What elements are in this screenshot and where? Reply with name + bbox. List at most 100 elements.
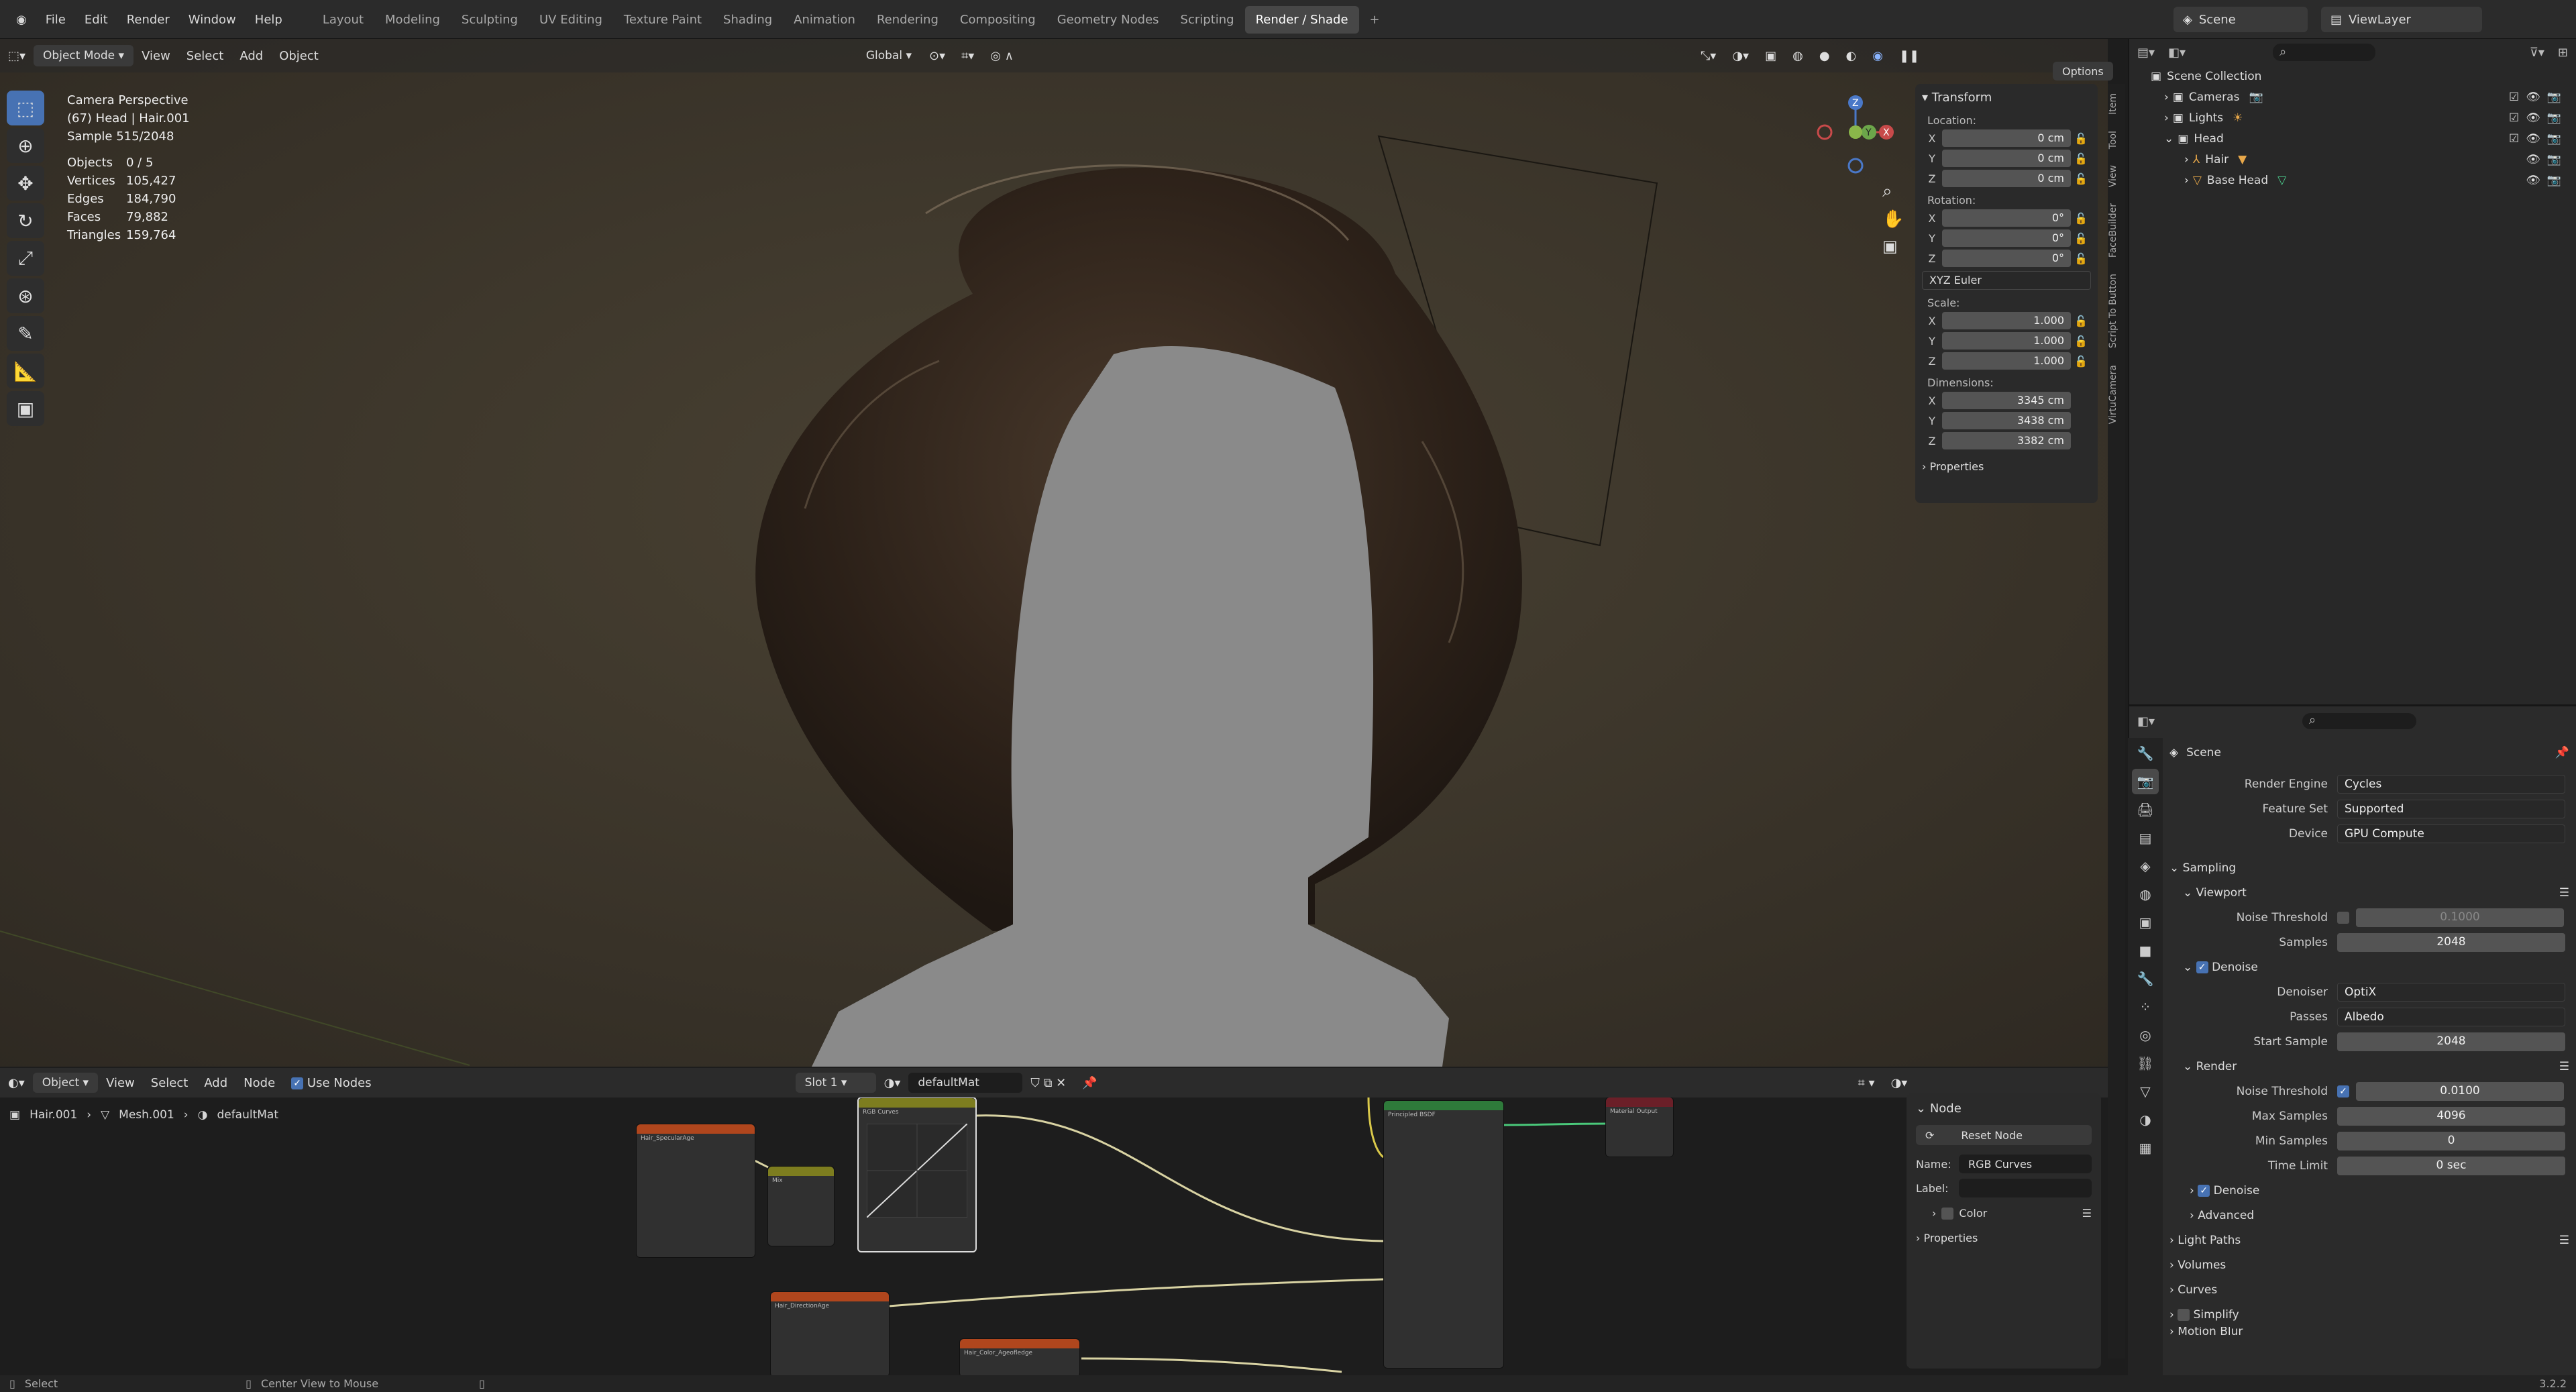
node-menu-node[interactable]: Node	[235, 1076, 283, 1090]
max-samples-field[interactable]: 4096	[2337, 1106, 2565, 1126]
tab-animation[interactable]: Animation	[783, 6, 866, 34]
editor-type-icon[interactable]: ◐▾	[0, 1076, 33, 1090]
cursor-icon[interactable]: ⊕	[7, 128, 44, 163]
node-properties-panel[interactable]: › Properties	[1916, 1232, 2092, 1244]
scene-selector[interactable]: ◈ Scene	[2174, 7, 2308, 32]
filter-icon[interactable]: ⊽▾	[2530, 46, 2544, 60]
node-label-field[interactable]	[1959, 1179, 2092, 1197]
blender-logo-icon[interactable]: ◉	[7, 13, 36, 27]
menu-window[interactable]: Window	[179, 13, 246, 27]
physics-tab-icon[interactable]: ◎	[2132, 1022, 2159, 1048]
render-engine-dropdown[interactable]: Cycles	[2337, 774, 2565, 794]
xray-icon[interactable]: ▣	[1757, 49, 1784, 63]
menu-render[interactable]: Render	[117, 13, 179, 27]
editor-type-icon[interactable]: ▤▾	[2137, 46, 2155, 60]
menu-object[interactable]: Object	[271, 49, 327, 63]
node-color-subpanel[interactable]: › Color ☰	[1916, 1207, 2092, 1220]
navigation-gizmo[interactable]: Z X Y ⌕ ✋ ▣	[1811, 91, 1905, 278]
constraints-tab-icon[interactable]: ⛓	[2132, 1051, 2159, 1076]
rotate-icon[interactable]: ↻	[7, 203, 44, 238]
transform-icon[interactable]: ⊛	[7, 278, 44, 313]
r-noise-checkbox[interactable]: ✓	[2337, 1085, 2349, 1097]
r-denoise-checkbox[interactable]: ✓	[2198, 1184, 2210, 1197]
node-hair-specular[interactable]: Hair_SpecularAge	[636, 1124, 755, 1258]
outliner-item-hair[interactable]: › ⅄ Hair ▼ 👁📷	[2137, 149, 2568, 170]
annotate-icon[interactable]: ✎	[7, 316, 44, 351]
scale-x[interactable]: X 1.000 🔓	[1922, 312, 2091, 329]
time-limit-field[interactable]: 0 sec	[2337, 1156, 2565, 1175]
pin-icon[interactable]: 📌	[1074, 1076, 1105, 1090]
menu-file[interactable]: File	[36, 13, 75, 27]
material-name-field[interactable]: defaultMat	[908, 1073, 1023, 1093]
editor-type-icon[interactable]: ⬚▾	[0, 49, 34, 63]
collection-tab-icon[interactable]: ▣	[2132, 910, 2159, 935]
shader-editor[interactable]: Hair_SpecularAge Mix RGB Curves Principl…	[0, 1068, 2108, 1377]
advanced-subpanel[interactable]: › Advanced	[2169, 1203, 2569, 1228]
vp-denoise-checkbox[interactable]: ✓	[2196, 961, 2208, 973]
volumes-panel[interactable]: › Volumes	[2169, 1252, 2569, 1277]
particles-tab-icon[interactable]: ⁘	[2132, 994, 2159, 1020]
sampling-panel-header[interactable]: ⌄ Sampling	[2169, 855, 2569, 880]
output-tab-icon[interactable]: 🖨	[2132, 797, 2159, 822]
orientation-selector[interactable]: Global ▾	[857, 45, 921, 66]
location-z[interactable]: Z0 cm 🔓	[1922, 170, 2091, 187]
rotation-mode-dropdown[interactable]: XYZ Euler	[1922, 271, 2091, 290]
slot-selector[interactable]: Slot 1 ▾	[795, 1073, 876, 1093]
r-noise-threshold-field[interactable]: 0.0100	[2356, 1081, 2564, 1101]
pivot-icon[interactable]: ⊙▾	[921, 49, 953, 63]
node-hair-color[interactable]: Hair_Color_Ageofledge	[959, 1338, 1080, 1377]
outliner-item-head[interactable]: ⌄ ▣ Head ☑👁📷	[2137, 128, 2568, 149]
scene-tab-icon[interactable]: ◈	[2132, 853, 2159, 879]
node-principled-bsdf[interactable]: Principled BSDF	[1383, 1100, 1504, 1369]
transform-header[interactable]: ▾ Transform	[1922, 91, 2091, 105]
material-tab-icon[interactable]: ◑	[2132, 1107, 2159, 1132]
snap-icon[interactable]: ⌗ ▾	[1850, 1076, 1883, 1090]
passes-dropdown[interactable]: Albedo	[2337, 1007, 2565, 1026]
outliner-item-lights[interactable]: › ▣ Lights ☀ ☑👁📷	[2137, 107, 2568, 128]
gizmo-icon[interactable]: ⤡▾	[1693, 49, 1724, 63]
motion-blur-panel[interactable]: › Motion Blur	[2169, 1327, 2569, 1336]
location-y[interactable]: Y0 cm 🔓	[1922, 150, 2091, 167]
filter-mode-icon[interactable]: ◧▾	[2168, 46, 2186, 60]
view-layer-selector[interactable]: ▤ ViewLayer	[2321, 7, 2482, 32]
node-menu-select[interactable]: Select	[143, 1076, 197, 1090]
add-cube-icon[interactable]: ▣	[7, 391, 44, 426]
tab-sculpting[interactable]: Sculpting	[451, 6, 529, 34]
measure-icon[interactable]: 📐	[7, 354, 44, 388]
3d-viewport[interactable]	[0, 39, 2108, 1067]
node-hair-direction[interactable]: Hair_DirectionAge	[770, 1291, 890, 1377]
outliner-item-base-head[interactable]: › ▽ Base Head ▽ 👁📷	[2137, 170, 2568, 191]
tab-view[interactable]: View	[2108, 158, 2118, 194]
dimensions-z[interactable]: Z 3382 cm	[1922, 432, 2091, 449]
scene-collection-item[interactable]: ▣ Scene Collection	[2137, 66, 2568, 87]
new-collection-icon[interactable]: ⊞	[2558, 46, 2568, 60]
render-tab-icon[interactable]: 📷	[2132, 769, 2159, 794]
tab-render-shade[interactable]: Render / Shade	[1244, 5, 1359, 34]
vp-noise-checkbox[interactable]	[2337, 911, 2349, 924]
dimensions-x[interactable]: X 3345 cm	[1922, 392, 2091, 409]
tab-layout[interactable]: Layout	[312, 6, 374, 34]
shading-solid-icon[interactable]: ●	[1811, 49, 1838, 63]
modifier-tab-icon[interactable]: 🔧	[2132, 966, 2159, 992]
reset-node-button[interactable]: ⟳ Reset Node	[1916, 1125, 2092, 1145]
tab-rendering[interactable]: Rendering	[866, 6, 949, 34]
tab-modeling[interactable]: Modeling	[374, 6, 451, 34]
vp-denoise-subpanel[interactable]: ⌄ ✓ Denoise	[2169, 955, 2569, 979]
viewport-subpanel-header[interactable]: ⌄ Viewport ☰	[2169, 880, 2569, 905]
node-name-field[interactable]: RGB Curves	[1959, 1155, 2092, 1173]
shader-type-selector[interactable]: Object ▾	[32, 1073, 99, 1093]
vp-noise-threshold-field[interactable]: 0.1000	[2356, 908, 2564, 927]
overlay-icon[interactable]: ◑▾	[1883, 1076, 1916, 1090]
tab-texture-paint[interactable]: Texture Paint	[613, 6, 712, 34]
shading-rendered-icon[interactable]: ◉	[1864, 49, 1891, 63]
menu-add[interactable]: Add	[231, 49, 271, 63]
tool-tab-icon[interactable]: 🔧	[2132, 741, 2159, 766]
properties-subpanel[interactable]: › Properties	[1922, 460, 2091, 473]
menu-view[interactable]: View	[133, 49, 178, 63]
material-browse-icon[interactable]: ◑▾	[876, 1076, 909, 1090]
menu-select[interactable]: Select	[178, 49, 232, 63]
tab-geometry-nodes[interactable]: Geometry Nodes	[1046, 6, 1170, 34]
object-tab-icon[interactable]: ■	[2132, 938, 2159, 963]
scale-icon[interactable]: ⤢	[7, 241, 44, 276]
options-button[interactable]: Options	[2053, 62, 2113, 81]
